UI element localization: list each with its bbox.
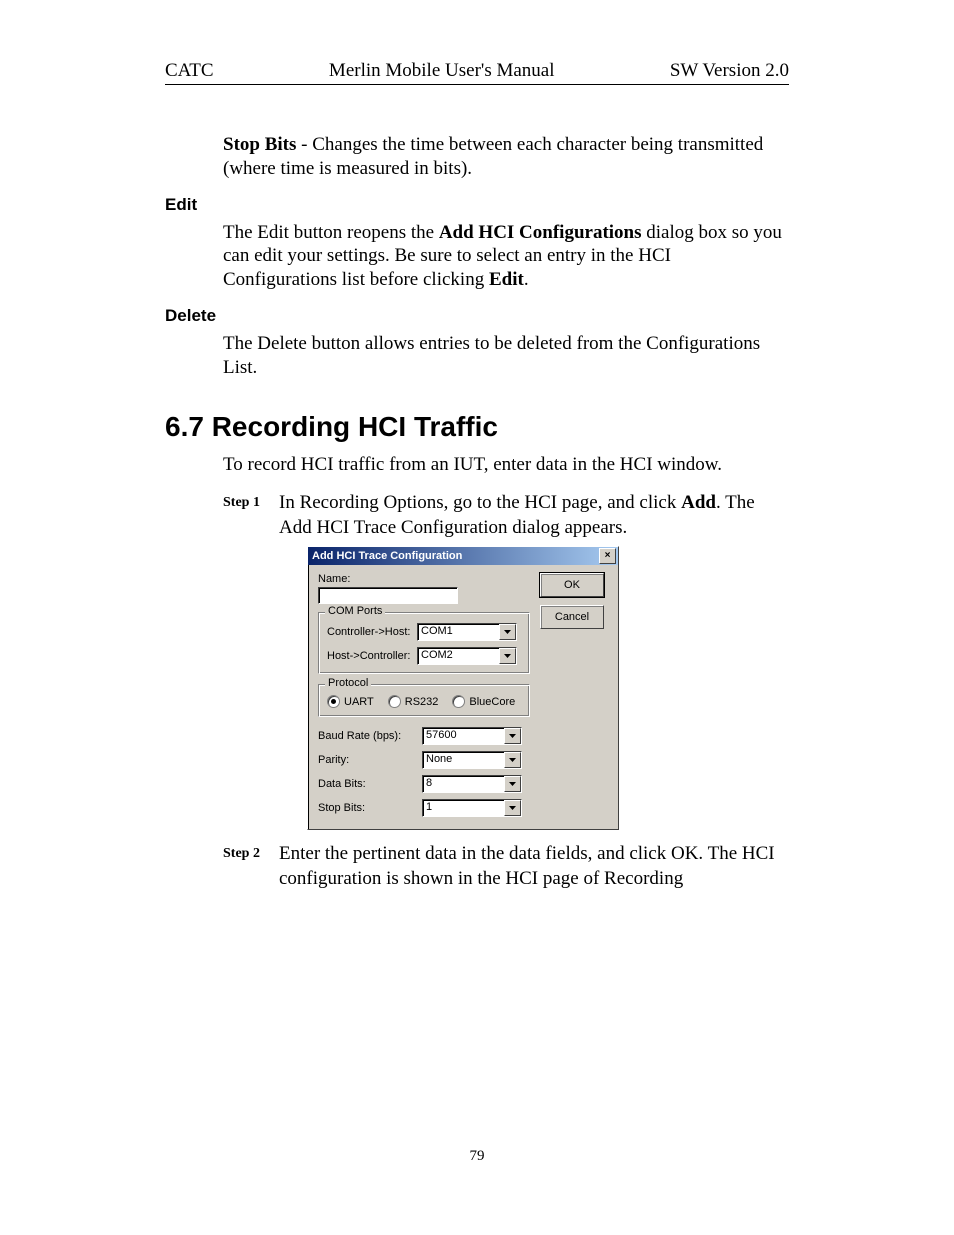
edit-text-b: Add HCI Configurations: [439, 222, 642, 243]
step1-b: Add: [681, 492, 716, 513]
edit-heading: Edit: [165, 195, 789, 215]
controller-host-value: COM1: [418, 624, 499, 640]
host-controller-label: Host->Controller:: [327, 650, 417, 662]
edit-paragraph: The Edit button reopens the Add HCI Conf…: [223, 221, 789, 292]
baud-rate-label: Baud Rate (bps):: [318, 730, 422, 742]
parity-combo[interactable]: None: [422, 751, 522, 769]
host-controller-value: COM2: [418, 648, 499, 664]
edit-text-e: .: [524, 269, 529, 290]
header-left: CATC: [165, 60, 214, 82]
page-header: CATC Merlin Mobile User's Manual SW Vers…: [165, 60, 789, 85]
chevron-down-icon: [504, 800, 521, 816]
parity-value: None: [423, 752, 504, 768]
step1-a: In Recording Options, go to the HCI page…: [279, 492, 681, 513]
name-label: Name:: [318, 573, 530, 585]
protocol-uart-label: UART: [344, 696, 374, 708]
delete-heading: Delete: [165, 306, 789, 326]
cancel-button[interactable]: Cancel: [540, 605, 604, 629]
stop-bits-paragraph: Stop Bits - Changes the time between eac…: [223, 133, 789, 181]
stop-bits-value: 1: [423, 800, 504, 816]
section-heading: 6.7 Recording HCI Traffic: [165, 411, 789, 443]
chevron-down-icon: [504, 752, 521, 768]
section-intro: To record HCI traffic from an IUT, enter…: [223, 453, 789, 477]
com-ports-group: COM Ports Controller->Host: COM1 Host->C…: [318, 612, 530, 674]
host-controller-combo[interactable]: COM2: [417, 647, 517, 665]
protocol-rs232-label: RS232: [405, 696, 439, 708]
dialog-right-column: OK Cancel: [540, 573, 608, 817]
delete-paragraph: The Delete button allows entries to be d…: [223, 332, 789, 380]
step-2-row: Step 2 Enter the pertinent data in the d…: [223, 842, 789, 891]
baud-rate-value: 57600: [423, 728, 504, 744]
header-right: SW Version 2.0: [670, 60, 789, 82]
protocol-bluecore-label: BlueCore: [469, 696, 515, 708]
com-ports-title: COM Ports: [325, 605, 385, 617]
protocol-uart-radio[interactable]: UART: [327, 695, 374, 708]
controller-host-combo[interactable]: COM1: [417, 623, 517, 641]
stop-bits-label: Stop Bits:: [318, 802, 422, 814]
step-1-label: Step 1: [223, 491, 279, 540]
edit-text-a: The Edit button reopens the: [223, 222, 439, 243]
protocol-group: Protocol UART RS232 BlueCore: [318, 684, 530, 717]
parity-label: Parity:: [318, 754, 422, 766]
name-input[interactable]: [318, 587, 458, 604]
stop-bits-combo[interactable]: 1: [422, 799, 522, 817]
step-1-body: In Recording Options, go to the HCI page…: [279, 491, 789, 540]
chevron-down-icon: [499, 624, 516, 640]
protocol-title: Protocol: [325, 677, 371, 689]
chevron-down-icon: [504, 728, 521, 744]
close-button[interactable]: ×: [599, 548, 616, 564]
radio-icon: [388, 695, 401, 708]
dialog-body: Name: COM Ports Controller->Host: COM1 H…: [308, 565, 618, 829]
step-2-body: Enter the pertinent data in the data fie…: [279, 842, 789, 891]
stop-bits-desc: - Changes the time between each characte…: [223, 134, 763, 179]
add-hci-trace-configuration-dialog: Add HCI Trace Configuration × Name: COM …: [307, 546, 619, 830]
data-bits-value: 8: [423, 776, 504, 792]
chevron-down-icon: [504, 776, 521, 792]
radio-icon: [327, 695, 340, 708]
dialog-titlebar: Add HCI Trace Configuration ×: [308, 547, 618, 565]
step-1-row: Step 1 In Recording Options, go to the H…: [223, 491, 789, 540]
protocol-rs232-radio[interactable]: RS232: [388, 695, 439, 708]
delete-text: The Delete button allows entries to be d…: [223, 332, 789, 380]
ok-button[interactable]: OK: [540, 573, 604, 597]
chevron-down-icon: [499, 648, 516, 664]
step-2-label: Step 2: [223, 842, 279, 891]
stop-bits-term: Stop Bits: [223, 134, 296, 155]
data-bits-combo[interactable]: 8: [422, 775, 522, 793]
dialog-title: Add HCI Trace Configuration: [312, 550, 462, 562]
data-bits-label: Data Bits:: [318, 778, 422, 790]
manual-page: CATC Merlin Mobile User's Manual SW Vers…: [0, 0, 954, 1235]
radio-icon: [452, 695, 465, 708]
section-intro-text: To record HCI traffic from an IUT, enter…: [223, 453, 789, 477]
controller-host-label: Controller->Host:: [327, 626, 417, 638]
header-center: Merlin Mobile User's Manual: [329, 60, 555, 82]
page-number: 79: [0, 1148, 954, 1165]
edit-text-d: Edit: [489, 269, 524, 290]
dialog-left-column: Name: COM Ports Controller->Host: COM1 H…: [318, 573, 530, 817]
protocol-bluecore-radio[interactable]: BlueCore: [452, 695, 515, 708]
close-icon: ×: [605, 551, 611, 561]
baud-rate-combo[interactable]: 57600: [422, 727, 522, 745]
